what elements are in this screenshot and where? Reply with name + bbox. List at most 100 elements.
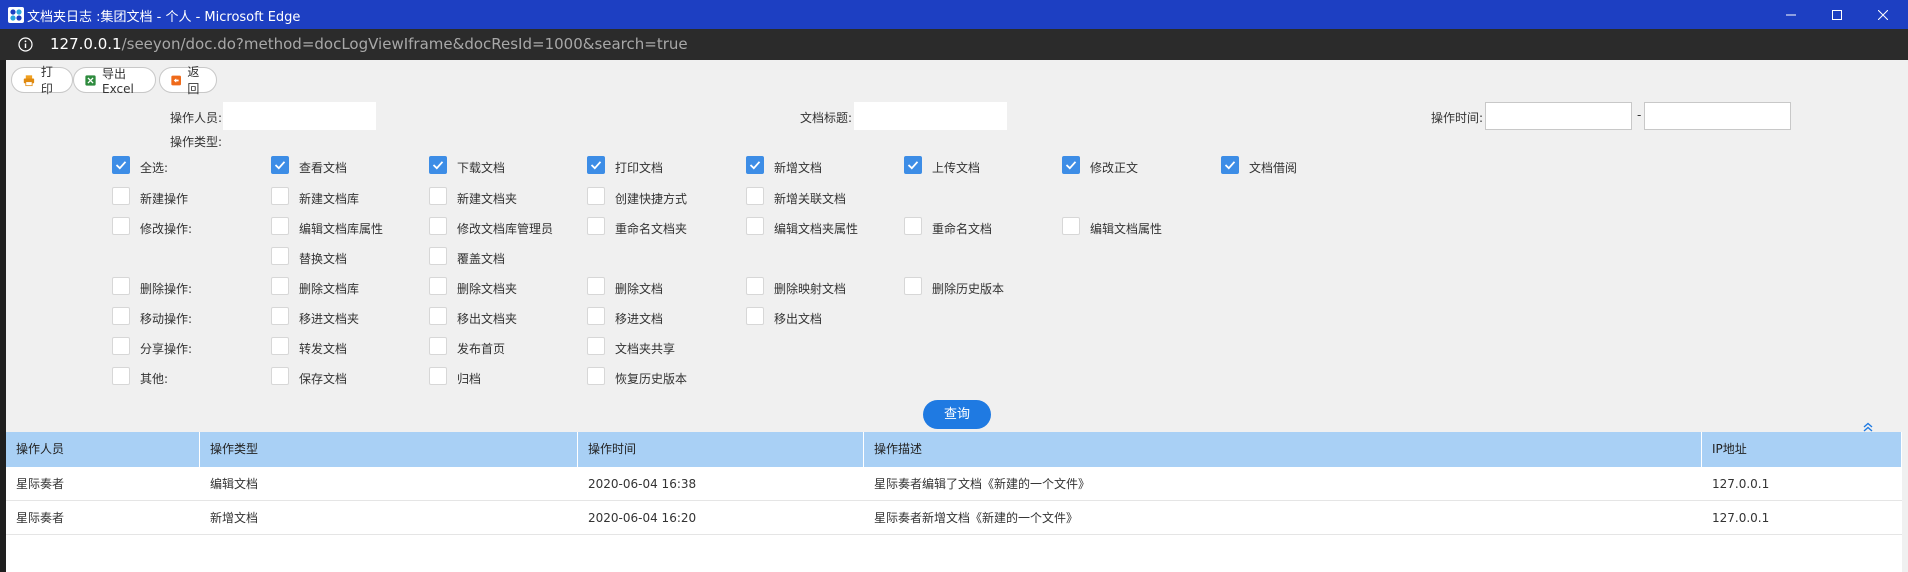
checkbox-forward-doc[interactable]	[271, 337, 289, 355]
op-time-from-input[interactable]	[1485, 102, 1632, 130]
checkbox-label-rename-doc: 重命名文档	[932, 222, 993, 236]
cell-operator: 星际奏者	[16, 477, 65, 491]
cell-op-time: 2020-06-04 16:20	[588, 511, 697, 525]
window-titlebar: 文档夹日志 :集团文档 - 个人 - Microsoft Edge	[0, 0, 1908, 29]
checkbox-create-shortcut[interactable]	[587, 187, 605, 205]
grid-empty-area	[6, 535, 1902, 572]
export-excel-button[interactable]: 导出Excel	[73, 67, 156, 96]
cell-ip: 127.0.0.1	[1712, 477, 1770, 491]
checkbox-borrow-doc[interactable]	[1221, 156, 1239, 174]
maximize-icon	[1832, 9, 1842, 20]
checkbox-other-ops[interactable]	[112, 367, 130, 385]
checkbox-change-library-admin[interactable]	[429, 217, 447, 235]
checkbox-label-move-out-doc: 移出文档	[774, 312, 823, 326]
checkbox-move-in-folder[interactable]	[271, 307, 289, 325]
column-header-operator[interactable]: 操作人员	[6, 432, 200, 467]
checkbox-edit-doc-props[interactable]	[1062, 217, 1080, 235]
print-label: 打印	[40, 65, 53, 96]
checkbox-delete-mapped-doc[interactable]	[746, 277, 764, 295]
checkbox-label-move-out-folder: 移出文档夹	[457, 312, 518, 326]
minimize-icon	[1786, 14, 1796, 15]
checkbox-delete-history-version[interactable]	[904, 277, 922, 295]
checkbox-delete-doc[interactable]	[587, 277, 605, 295]
column-header-op-type[interactable]: 操作类型	[200, 432, 578, 467]
doc-title-input[interactable]	[854, 102, 1007, 130]
table-row[interactable]: 星际奏者 编辑文档 2020-06-04 16:38 星际奏者编辑了文档《新建的…	[6, 467, 1902, 501]
checkbox-delete-folder[interactable]	[429, 277, 447, 295]
checkbox-share-ops[interactable]	[112, 337, 130, 355]
checkbox-label-move-in-doc: 移进文档	[615, 312, 664, 326]
checkbox-save-doc[interactable]	[271, 367, 289, 385]
checkbox-label-edit-doc-props: 编辑文档属性	[1090, 222, 1163, 236]
op-time-separator: -	[1637, 108, 1642, 122]
checkbox-label-share-ops: 分享操作:	[140, 342, 193, 356]
checkbox-replace-doc[interactable]	[271, 247, 289, 265]
column-header-op-time[interactable]: 操作时间	[578, 432, 864, 467]
operator-input[interactable]	[223, 102, 376, 130]
check-icon	[1065, 161, 1077, 170]
checkbox-folder-share[interactable]	[587, 337, 605, 355]
doc-title-label: 文档标题:	[800, 111, 853, 125]
info-icon[interactable]	[18, 37, 33, 52]
maximize-button[interactable]	[1814, 0, 1860, 29]
close-button[interactable]	[1860, 0, 1906, 29]
checkbox-label-overwrite-doc: 覆盖文档	[457, 252, 506, 266]
minimize-button[interactable]	[1768, 0, 1814, 29]
checkbox-move-in-doc[interactable]	[587, 307, 605, 325]
checkbox-restore-history-version[interactable]	[587, 367, 605, 385]
cell-op-desc: 星际奏者编辑了文档《新建的一个文件》	[874, 477, 1091, 491]
app-icon	[8, 7, 24, 23]
checkbox-label-add-related-doc: 新增关联文档	[774, 192, 847, 206]
back-icon	[171, 75, 182, 85]
checkbox-rename-folder[interactable]	[587, 217, 605, 235]
checkbox-publish-homepage[interactable]	[429, 337, 447, 355]
checkbox-create-ops[interactable]	[112, 187, 130, 205]
check-icon	[1224, 161, 1236, 170]
check-icon	[749, 161, 761, 170]
check-icon	[274, 161, 286, 170]
query-button[interactable]: 查询	[923, 400, 991, 429]
checkbox-label-folder-share: 文档夹共享	[615, 342, 676, 356]
checkbox-move-out-folder[interactable]	[429, 307, 447, 325]
checkbox-view-doc[interactable]	[271, 156, 289, 174]
address-bar[interactable]: 127.0.0.1/seeyon/doc.do?method=docLogVie…	[0, 29, 1908, 60]
printer-icon	[23, 74, 35, 86]
checkbox-label-add-doc: 新增文档	[774, 161, 823, 175]
checkbox-modify-ops[interactable]	[112, 217, 130, 235]
checkbox-label-move-ops: 移动操作:	[140, 312, 193, 326]
checkbox-new-folder[interactable]	[429, 187, 447, 205]
checkbox-edit-folder-props[interactable]	[746, 217, 764, 235]
checkbox-label-delete-doc: 删除文档	[615, 282, 664, 296]
checkbox-edit-library-props[interactable]	[271, 217, 289, 235]
op-time-label: 操作时间:	[1431, 111, 1484, 125]
check-icon	[115, 161, 127, 170]
checkbox-overwrite-doc[interactable]	[429, 247, 447, 265]
checkbox-label-forward-doc: 转发文档	[299, 342, 348, 356]
checkbox-select-all[interactable]	[112, 156, 130, 174]
url-host: 127.0.0.1	[50, 35, 122, 53]
checkbox-add-doc[interactable]	[746, 156, 764, 174]
op-time-to-input[interactable]	[1644, 102, 1791, 130]
checkbox-add-related-doc[interactable]	[746, 187, 764, 205]
checkbox-print-doc[interactable]	[587, 156, 605, 174]
checkbox-move-out-doc[interactable]	[746, 307, 764, 325]
checkbox-edit-body[interactable]	[1062, 156, 1080, 174]
checkbox-label-move-in-folder: 移进文档夹	[299, 312, 360, 326]
operator-label: 操作人员:	[170, 111, 223, 125]
checkbox-label-archive: 归档	[457, 372, 482, 386]
back-button[interactable]: 返回	[159, 65, 217, 96]
checkbox-label-new-library: 新建文档库	[299, 192, 360, 206]
checkbox-delete-ops[interactable]	[112, 277, 130, 295]
print-button[interactable]: 打印	[11, 65, 73, 96]
checkbox-archive[interactable]	[429, 367, 447, 385]
checkbox-move-ops[interactable]	[112, 307, 130, 325]
checkbox-new-library[interactable]	[271, 187, 289, 205]
column-header-ip[interactable]: IP地址	[1702, 432, 1902, 467]
table-row[interactable]: 星际奏者 新增文档 2020-06-04 16:20 星际奏者新增文档《新建的一…	[6, 501, 1902, 535]
checkbox-delete-library[interactable]	[271, 277, 289, 295]
checkbox-rename-doc[interactable]	[904, 217, 922, 235]
check-icon	[590, 161, 602, 170]
column-header-op-desc[interactable]: 操作描述	[864, 432, 1702, 467]
checkbox-download-doc[interactable]	[429, 156, 447, 174]
checkbox-upload-doc[interactable]	[904, 156, 922, 174]
